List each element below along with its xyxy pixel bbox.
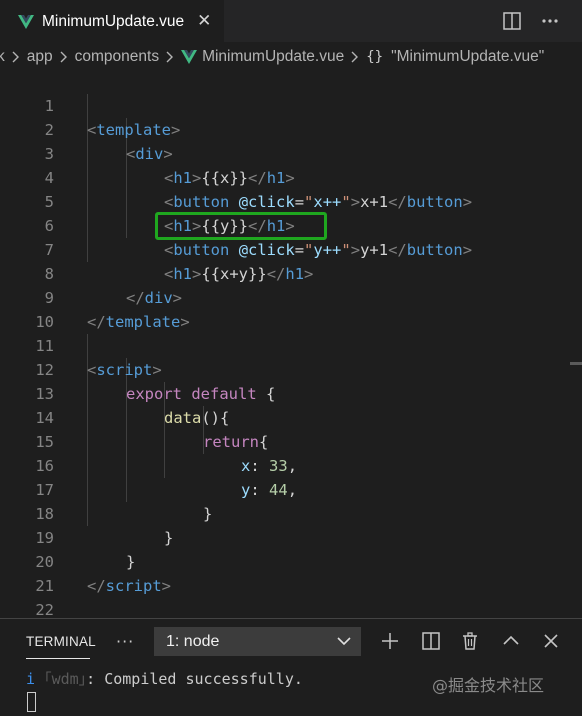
breadcrumb-item-components[interactable]: components [75, 48, 159, 66]
chevron-down-icon [337, 637, 351, 646]
code-line: 14 return{ [0, 382, 582, 451]
braces-icon: {} [366, 49, 384, 65]
terminal-select-value: 1: node [166, 632, 220, 650]
terminal-output-line: i ｢wdm｣: Compiled successfully. [26, 668, 303, 689]
code-line: 17 } [0, 454, 582, 523]
breadcrumb-item-symbol[interactable]: "MinimumUpdate.vue" [391, 48, 544, 66]
code-line: 9 </template> [0, 262, 582, 331]
code-line: 13 data(){ [0, 358, 582, 427]
breadcrumb-item-app[interactable]: app [27, 48, 53, 66]
chevron-right-icon [351, 51, 359, 63]
code-line: 1 <template> [0, 70, 582, 139]
breadcrumb: k app components MinimumUpdate.vue {} "M… [0, 44, 582, 70]
close-icon[interactable]: ✕ [197, 13, 211, 30]
active-tab-indicator [26, 658, 90, 659]
breadcrumb-item-file[interactable]: MinimumUpdate.vue [202, 48, 344, 66]
watermark: @掘金技术社区 [432, 676, 545, 695]
highlight-box [155, 212, 327, 240]
code-line: 19 } [0, 502, 582, 571]
editor-tab[interactable]: MinimumUpdate.vue ✕ [0, 0, 224, 42]
code-line: 22 <style> [0, 574, 582, 618]
tab-terminal[interactable]: TERMINAL [26, 634, 96, 649]
code-line: 20 </script> [0, 526, 582, 595]
chevron-right-icon [166, 51, 174, 63]
chevron-right-icon [12, 51, 19, 63]
code-line: 2 <div> [0, 94, 582, 163]
info-prefix: i [26, 670, 36, 688]
chevron-right-icon [60, 51, 67, 63]
scrollbar-thumb[interactable] [570, 362, 582, 365]
code-line: 5 <h1>{{y}}</h1> [0, 166, 582, 235]
more-actions-icon[interactable] [540, 11, 560, 31]
code-editor[interactable]: 1 <template> 2 <div> 3 <h1>{{x}}</h1> 4 … [0, 70, 582, 618]
vue-logo-icon [181, 50, 198, 64]
code-line: 10 [0, 286, 582, 331]
code-line: 4 <button @click="x++">x+1</button> [0, 142, 582, 211]
chevron-up-icon[interactable] [501, 631, 521, 651]
code-line: 23 [0, 598, 582, 618]
code-line: 3 <h1>{{x}}</h1> [0, 118, 582, 187]
code-line: 18 } [0, 478, 582, 547]
tab-title: MinimumUpdate.vue [42, 12, 185, 30]
plus-icon[interactable] [380, 631, 400, 651]
split-editor-icon[interactable] [502, 11, 522, 31]
code-line: 11 <script> [0, 310, 582, 379]
code-line: 6 <button @click="y++">y+1</button> [0, 190, 582, 259]
breadcrumb-item[interactable]: k [0, 48, 5, 66]
code-line: 15 x: 33, [0, 406, 582, 475]
editor-tab-bar: MinimumUpdate.vue ✕ [0, 0, 582, 42]
close-icon[interactable] [541, 631, 561, 651]
code-line: 8 </div> [0, 238, 582, 307]
terminal-cursor [27, 692, 36, 712]
terminal-select[interactable]: 1: node [154, 627, 361, 656]
code-line: 12 export default { [0, 334, 582, 403]
code-line: 21 [0, 550, 582, 595]
more-actions-icon[interactable]: ··· [116, 632, 134, 651]
split-terminal-icon[interactable] [421, 631, 441, 651]
compile-message: : Compiled successfully. [86, 670, 303, 688]
code-line: 16 y: 44, [0, 430, 582, 499]
trash-icon[interactable] [460, 631, 480, 651]
wdm-label: ｢wdm｣ [44, 670, 87, 688]
terminal-panel: TERMINAL ··· 1: node [0, 618, 582, 716]
vue-logo-icon [18, 14, 34, 29]
